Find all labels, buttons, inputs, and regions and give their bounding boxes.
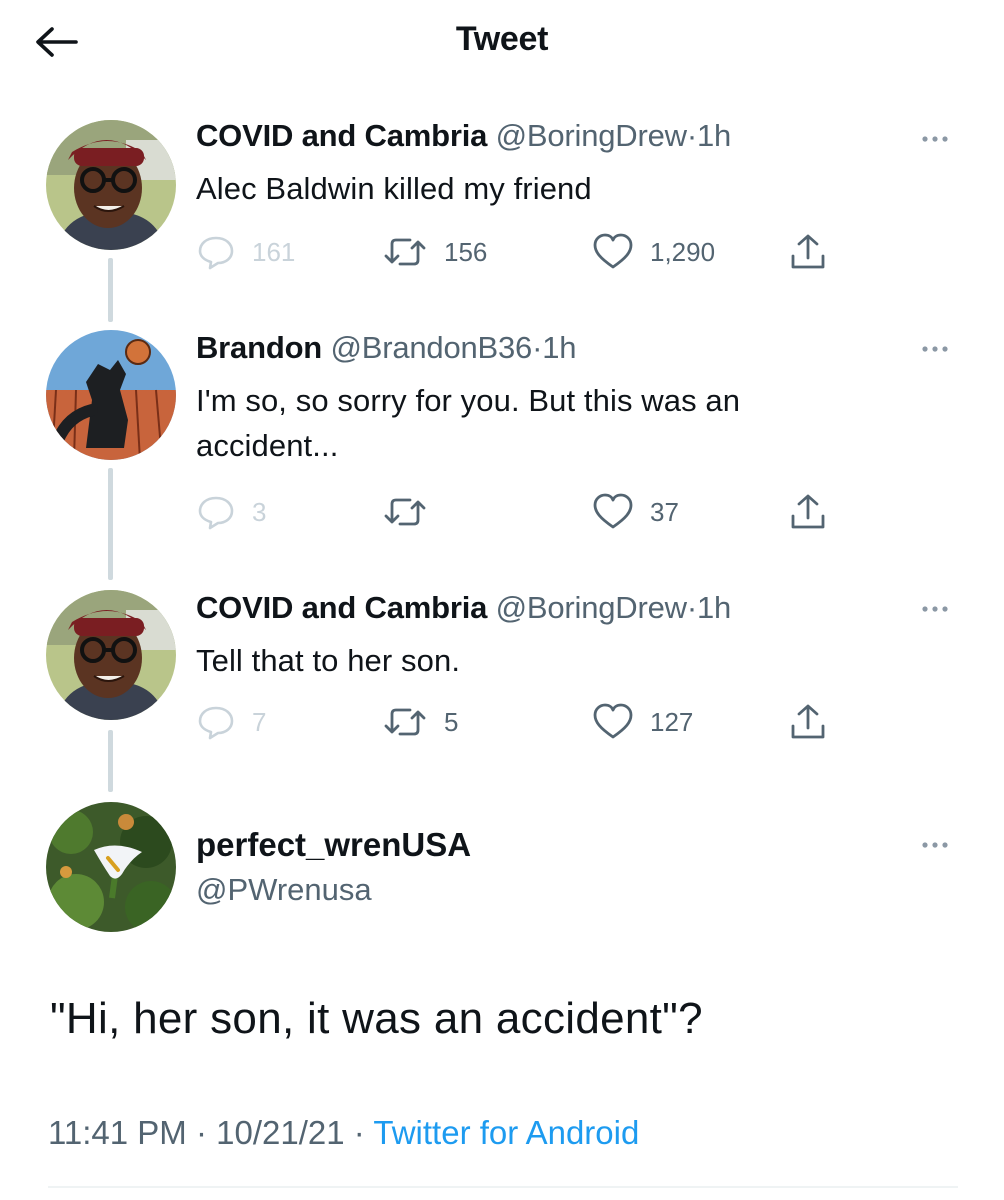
more-icon (922, 346, 948, 352)
share-button[interactable] (788, 232, 828, 272)
heart-icon (593, 233, 633, 269)
like-count: 37 (650, 496, 679, 527)
tweet-text: I'm so, so sorry for you. But this was a… (196, 383, 741, 463)
tweet-source-link[interactable]: Twitter for Android (373, 1114, 639, 1151)
tweet-text: "Hi, her son, it was an accident"? (50, 994, 703, 1043)
share-icon (791, 494, 825, 529)
thread-line (108, 258, 113, 322)
author-handle[interactable]: @BoringDrew (496, 590, 687, 625)
retweet-count: 156 (444, 236, 488, 267)
retweet-count: 5 (444, 706, 459, 737)
tweet-author-line: COVID and Cambria @BoringDrew·1h (196, 118, 731, 154)
tweet-text: Alec Baldwin killed my friend (196, 171, 592, 206)
reply-button[interactable]: 3 (196, 492, 266, 532)
page-title: Tweet (455, 20, 549, 58)
separator: · (353, 1114, 365, 1151)
heart-icon (593, 703, 633, 739)
share-button[interactable] (788, 702, 828, 742)
tweet-time[interactable]: 1h (542, 330, 576, 365)
top-bar: Tweet (0, 0, 1004, 84)
like-button[interactable]: 37 (592, 492, 679, 532)
reply-icon (198, 236, 234, 270)
avatar[interactable] (46, 802, 176, 932)
retweet-button[interactable]: 5 (382, 702, 458, 742)
avatar[interactable] (46, 120, 176, 250)
separator: · (195, 1114, 207, 1151)
more-options-button[interactable] (912, 334, 958, 364)
separator: · (686, 118, 697, 153)
tweet-date: 10/21/21 (216, 1114, 345, 1151)
divider (48, 1186, 958, 1188)
retweet-icon (384, 708, 426, 736)
more-options-button[interactable] (912, 830, 958, 860)
retweet-icon (384, 238, 426, 266)
tweet-time[interactable]: 1h (697, 118, 731, 153)
tweet-meta: 11:41 PM · 10/21/21 · Twitter for Androi… (48, 1114, 639, 1152)
thread-line (108, 730, 113, 792)
more-icon (922, 606, 948, 612)
separator: · (686, 590, 697, 625)
separator: · (532, 330, 543, 365)
avatar[interactable] (46, 590, 176, 720)
heart-icon (593, 493, 633, 529)
tweet-time[interactable]: 1h (697, 590, 731, 625)
author-name[interactable]: COVID and Cambria (196, 590, 487, 625)
reply-count: 3 (252, 496, 267, 527)
like-count: 127 (650, 706, 694, 737)
author-name[interactable]: perfect_wrenUSA (196, 826, 471, 864)
retweet-button[interactable]: 156 (382, 232, 487, 272)
retweet-button[interactable] (382, 492, 444, 532)
tweet-author-line: COVID and Cambria @BoringDrew·1h (196, 590, 731, 626)
author-handle[interactable]: @PWrenusa (196, 872, 372, 908)
reply-button[interactable]: 161 (196, 232, 295, 272)
thread-line (108, 468, 113, 580)
tweet-author-line: Brandon @BrandonB36·1h (196, 330, 577, 366)
author-name[interactable]: Brandon (196, 330, 322, 365)
share-icon (791, 234, 825, 269)
retweet-icon (384, 498, 426, 526)
avatar[interactable] (46, 330, 176, 460)
reply-count: 7 (252, 706, 267, 737)
author-handle[interactable]: @BrandonB36 (330, 330, 532, 365)
more-options-button[interactable] (912, 594, 958, 624)
tweet-actions: 7 5 127 (196, 702, 876, 742)
tweet-actions: 161 156 1,290 (196, 232, 876, 272)
author-handle[interactable]: @BoringDrew (496, 118, 687, 153)
reply-icon (198, 496, 234, 530)
reply-icon (198, 706, 234, 740)
like-button[interactable]: 1,290 (592, 232, 715, 272)
share-button[interactable] (788, 492, 828, 532)
reply-count: 161 (252, 236, 296, 267)
more-options-button[interactable] (912, 124, 958, 154)
more-icon (922, 136, 948, 142)
share-icon (791, 704, 825, 739)
author-name[interactable]: COVID and Cambria (196, 118, 487, 153)
tweet-time: 11:41 PM (48, 1114, 187, 1151)
reply-button[interactable]: 7 (196, 702, 266, 742)
like-count: 1,290 (650, 236, 716, 267)
like-button[interactable]: 127 (592, 702, 693, 742)
tweet-actions: 3 37 (196, 492, 876, 532)
tweet-text: Tell that to her son. (196, 643, 461, 678)
more-icon (922, 842, 948, 848)
